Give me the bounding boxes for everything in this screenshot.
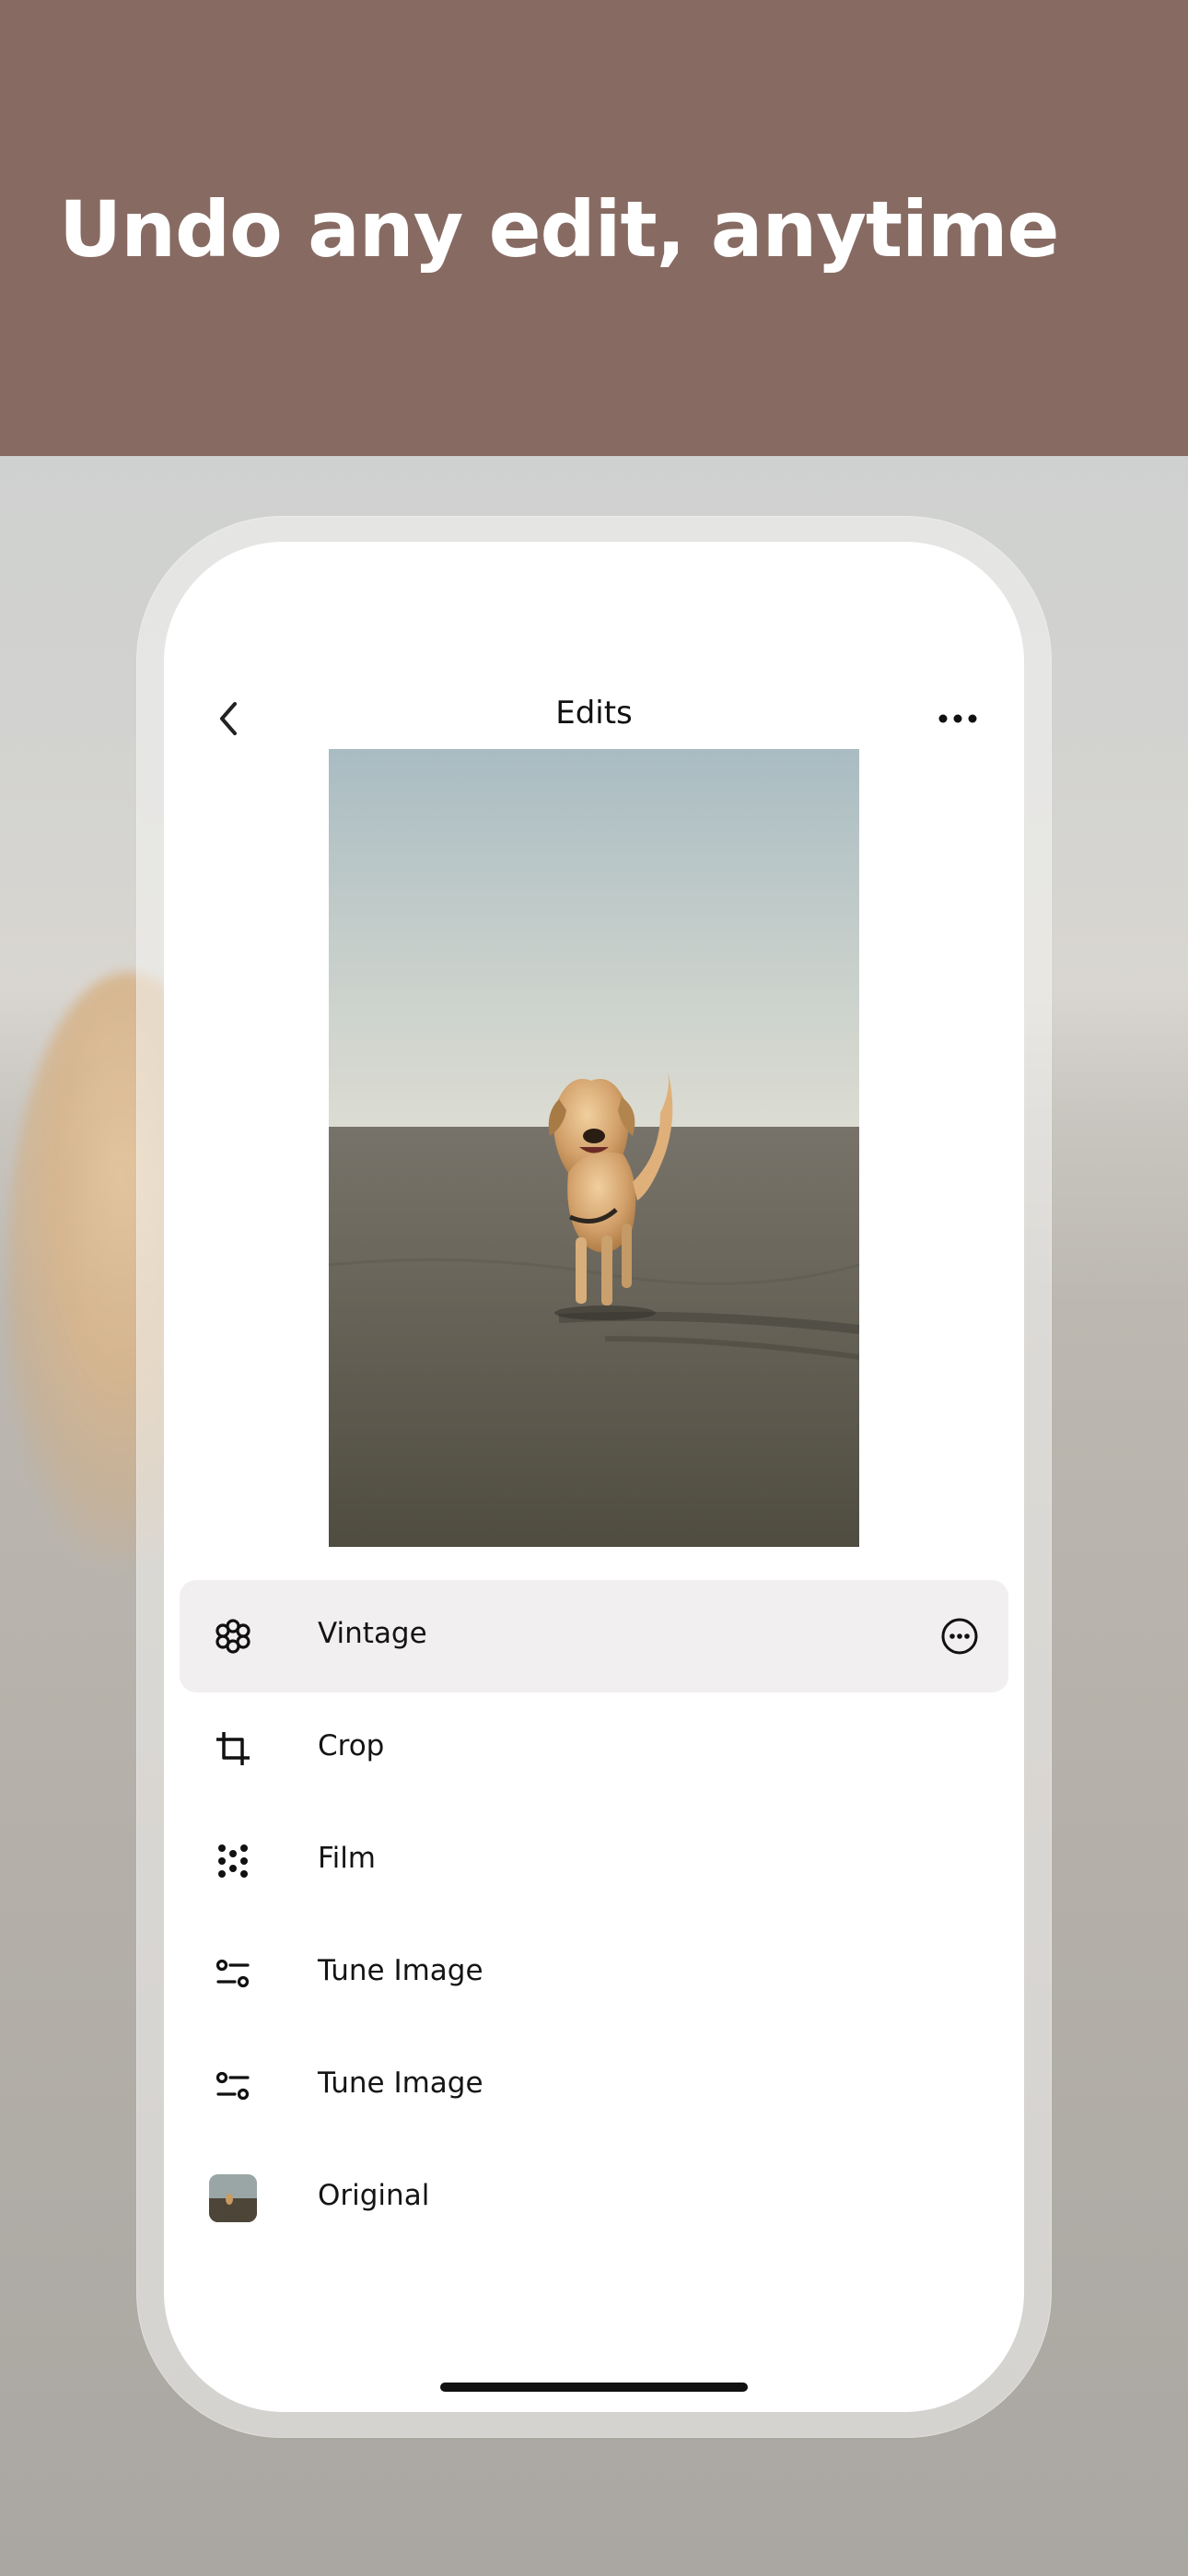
promo-headline: Undo any edit, anytime — [59, 184, 1059, 275]
edit-row-label: Crop — [318, 1729, 385, 1762]
sliders-icon — [215, 1959, 250, 1988]
edit-row-vintage[interactable]: Vintage — [180, 1580, 1008, 1692]
ellipsis-horizontal-icon — [938, 714, 977, 723]
sliders-icon — [215, 2071, 250, 2101]
flower-icon — [215, 1619, 250, 1654]
dog-on-beach-photo — [329, 749, 859, 1547]
vintage-more-button[interactable] — [938, 1615, 981, 1657]
phone-screen: Edits Vintage Crop Film Tune Image Tune … — [164, 542, 1024, 2412]
page-title: Edits — [555, 695, 633, 732]
more-circle-icon — [941, 1618, 978, 1655]
original-thumbnail — [209, 2174, 257, 2222]
edit-row-film[interactable]: Film — [180, 1805, 1008, 1917]
grain-dots-icon — [218, 1844, 248, 1878]
edit-row-crop[interactable]: Crop — [180, 1692, 1008, 1805]
edit-row-label: Film — [318, 1842, 376, 1875]
dog-thumbnail-icon — [209, 2174, 257, 2222]
edited-photo[interactable] — [329, 749, 859, 1547]
edit-row-label: Tune Image — [318, 1954, 483, 1987]
edit-row-label: Vintage — [318, 1617, 427, 1650]
edit-row-original[interactable]: Original — [180, 2142, 1008, 2254]
edit-row-tune-image[interactable]: Tune Image — [180, 2030, 1008, 2142]
crop-icon — [216, 1732, 250, 1765]
more-options-button[interactable] — [928, 691, 987, 746]
edits-list: Vintage Crop Film Tune Image Tune Image … — [180, 1580, 1008, 2254]
home-indicator[interactable] — [440, 2383, 748, 2392]
promo-banner: Undo any edit, anytime — [0, 0, 1188, 456]
edit-row-label: Tune Image — [318, 2067, 483, 2100]
edit-row-label: Original — [318, 2179, 430, 2212]
edit-row-tune-image[interactable]: Tune Image — [180, 1917, 1008, 2030]
